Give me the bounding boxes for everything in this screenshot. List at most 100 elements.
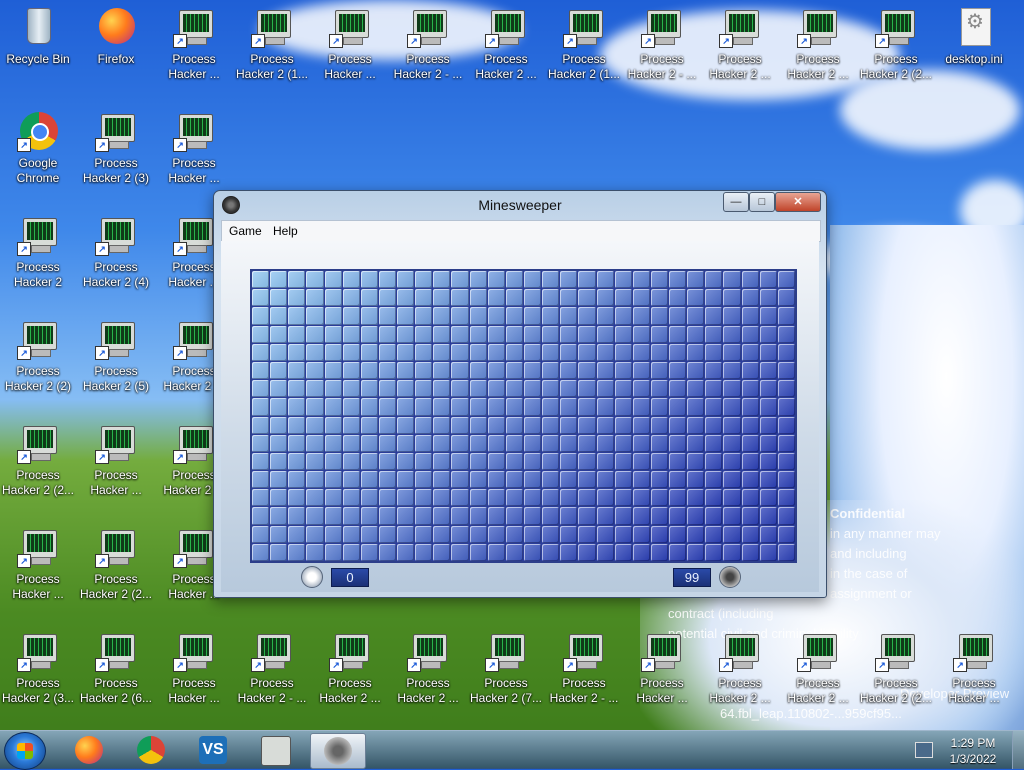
mine-cell[interactable] — [723, 380, 741, 398]
mine-cell[interactable] — [723, 434, 741, 452]
desktop-icon-process-hacker[interactable]: ↗ Process Hacker ... — [156, 112, 232, 186]
mine-cell[interactable] — [324, 307, 342, 325]
mine-cell[interactable] — [523, 489, 542, 507]
mine-cell[interactable] — [650, 398, 669, 416]
mine-cell[interactable] — [705, 380, 723, 398]
mine-cell[interactable] — [669, 361, 687, 380]
mine-cell[interactable] — [378, 489, 397, 507]
mine-cell[interactable] — [614, 471, 632, 489]
mine-cell[interactable] — [433, 434, 451, 452]
mine-cell[interactable] — [324, 434, 342, 452]
mine-cell[interactable] — [578, 452, 596, 471]
mine-cell[interactable] — [433, 398, 451, 416]
mine-cell[interactable] — [759, 489, 777, 507]
mine-cell[interactable] — [614, 489, 632, 507]
mine-cell[interactable] — [650, 289, 669, 307]
mine-cell[interactable] — [669, 271, 687, 289]
mine-cell[interactable] — [650, 543, 669, 561]
mine-cell[interactable] — [560, 361, 578, 380]
mine-cell[interactable] — [252, 289, 270, 307]
mine-cell[interactable] — [415, 543, 433, 561]
mine-cell[interactable] — [723, 343, 741, 361]
mine-cell[interactable] — [505, 271, 523, 289]
mine-cell[interactable] — [433, 489, 451, 507]
mine-cell[interactable] — [306, 525, 324, 543]
mine-cell[interactable] — [560, 489, 578, 507]
mine-cell[interactable] — [560, 307, 578, 325]
mine-cell[interactable] — [560, 380, 578, 398]
mine-cell[interactable] — [433, 361, 451, 380]
mine-cell[interactable] — [433, 452, 451, 471]
mine-cell[interactable] — [578, 343, 596, 361]
mine-cell[interactable] — [705, 289, 723, 307]
mine-cell[interactable] — [415, 471, 433, 489]
mine-cell[interactable] — [523, 434, 542, 452]
mine-cell[interactable] — [705, 325, 723, 343]
mine-cell[interactable] — [632, 543, 650, 561]
mine-cell[interactable] — [451, 289, 469, 307]
mine-cell[interactable] — [759, 271, 777, 289]
mine-cell[interactable] — [542, 543, 560, 561]
mine-cell[interactable] — [560, 434, 578, 452]
mine-cell[interactable] — [669, 307, 687, 325]
desktop-icon-process-hacker[interactable]: ↗ Process Hacker 2 - ... — [624, 8, 700, 82]
mine-cell[interactable] — [288, 471, 306, 489]
mine-cell[interactable] — [723, 307, 741, 325]
mine-cell[interactable] — [270, 271, 288, 289]
mine-cell[interactable] — [288, 507, 306, 525]
mine-cell[interactable] — [342, 452, 360, 471]
mine-cell[interactable] — [469, 507, 487, 525]
mine-cell[interactable] — [705, 471, 723, 489]
mine-cell[interactable] — [759, 452, 777, 471]
desktop-icon-process-hacker[interactable]: ↗ Process Hacker 2 ... — [468, 8, 544, 82]
mine-cell[interactable] — [560, 416, 578, 434]
mine-cell[interactable] — [415, 307, 433, 325]
mine-cell[interactable] — [542, 507, 560, 525]
mine-cell[interactable] — [505, 434, 523, 452]
mine-cell[interactable] — [596, 380, 614, 398]
mine-cell[interactable] — [523, 380, 542, 398]
mine-cell[interactable] — [415, 434, 433, 452]
mine-cell[interactable] — [777, 434, 795, 452]
mine-cell[interactable] — [650, 271, 669, 289]
mine-cell[interactable] — [669, 471, 687, 489]
mine-cell[interactable] — [324, 361, 342, 380]
mine-cell[interactable] — [360, 307, 378, 325]
mine-cell[interactable] — [415, 525, 433, 543]
mine-cell[interactable] — [306, 543, 324, 561]
mine-cell[interactable] — [687, 361, 705, 380]
mine-cell[interactable] — [306, 343, 324, 361]
mine-cell[interactable] — [596, 471, 614, 489]
mine-cell[interactable] — [723, 289, 741, 307]
mine-cell[interactable] — [578, 361, 596, 380]
mine-cell[interactable] — [397, 471, 415, 489]
mine-cell[interactable] — [306, 271, 324, 289]
mine-cell[interactable] — [378, 307, 397, 325]
mine-cell[interactable] — [723, 398, 741, 416]
mine-cell[interactable] — [632, 416, 650, 434]
mine-cell[interactable] — [252, 434, 270, 452]
desktop-icon-process-hacker[interactable]: ↗ Process Hacker 2 ... — [780, 632, 856, 706]
mine-cell[interactable] — [523, 543, 542, 561]
mine-cell[interactable] — [596, 325, 614, 343]
mine-cell[interactable] — [469, 325, 487, 343]
mine-cell[interactable] — [705, 398, 723, 416]
mine-cell[interactable] — [560, 271, 578, 289]
mine-cell[interactable] — [252, 489, 270, 507]
mine-cell[interactable] — [288, 489, 306, 507]
mine-cell[interactable] — [397, 416, 415, 434]
mine-cell[interactable] — [324, 289, 342, 307]
mine-cell[interactable] — [777, 361, 795, 380]
mine-cell[interactable] — [705, 343, 723, 361]
mine-cell[interactable] — [632, 307, 650, 325]
mine-cell[interactable] — [542, 343, 560, 361]
mine-cell[interactable] — [723, 361, 741, 380]
mine-cell[interactable] — [469, 489, 487, 507]
mine-cell[interactable] — [723, 271, 741, 289]
mine-cell[interactable] — [560, 543, 578, 561]
mine-cell[interactable] — [650, 325, 669, 343]
mine-cell[interactable] — [324, 489, 342, 507]
mine-cell[interactable] — [342, 325, 360, 343]
mine-cell[interactable] — [288, 325, 306, 343]
desktop-icon-process-hacker[interactable]: ↗ Process Hacker 2 (1... — [234, 8, 310, 82]
